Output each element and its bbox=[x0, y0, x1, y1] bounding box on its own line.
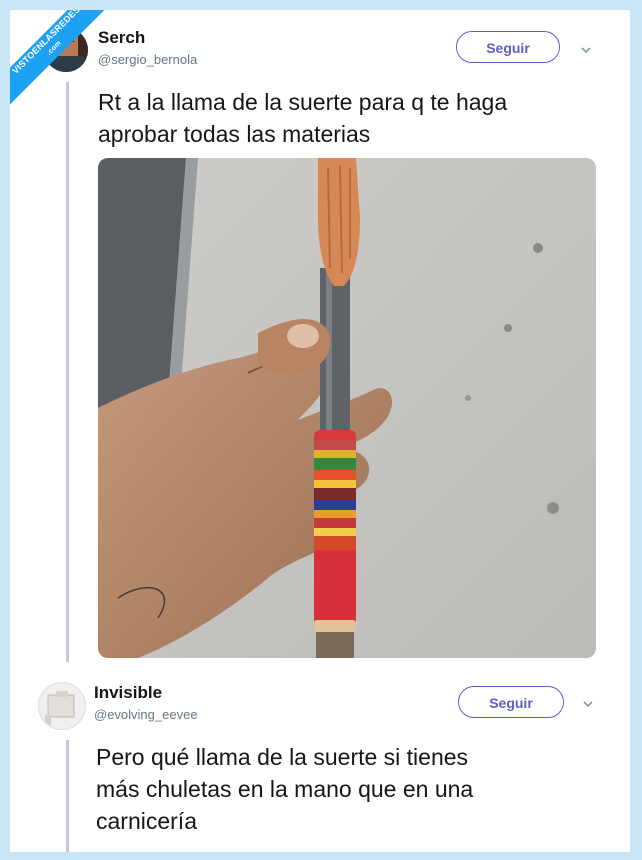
tweet1-text: Rt a la llama de la suerte para q te hag… bbox=[98, 86, 507, 150]
tweet2-text-line: carnicería bbox=[96, 808, 197, 834]
thread-connector bbox=[66, 740, 69, 852]
chevron-down-icon[interactable] bbox=[580, 44, 592, 56]
tweet2-follow-button[interactable]: Seguir bbox=[458, 686, 564, 718]
tweet-thread-card: VISTOENLASREDES .com Serch @sergio_berno… bbox=[10, 10, 630, 852]
tweet2-text-line: Pero qué llama de la suerte si tienes bbox=[96, 744, 469, 770]
tweet2-text: Pero qué llama de la suerte si tienes má… bbox=[96, 741, 473, 837]
avatar[interactable] bbox=[38, 682, 86, 730]
tweet1-text-line: aprobar todas las materias bbox=[98, 121, 371, 147]
tweet1-author-name[interactable]: Serch bbox=[98, 28, 145, 48]
avatar-photo-icon bbox=[39, 683, 85, 729]
tweet1-author-handle[interactable]: @sergio_bernola bbox=[98, 52, 197, 67]
llama-pen-photo bbox=[98, 158, 596, 658]
tweet1-follow-button[interactable]: Seguir bbox=[456, 31, 560, 63]
tweet1-photo[interactable] bbox=[98, 158, 596, 658]
tweet1-text-line: Rt a la llama de la suerte para q te hag… bbox=[98, 89, 508, 115]
thread-connector bbox=[66, 82, 69, 662]
chevron-down-icon[interactable] bbox=[582, 698, 594, 710]
tweet2-author-name[interactable]: Invisible bbox=[94, 683, 162, 703]
watermark-text: VISTOENLASREDES bbox=[10, 10, 82, 76]
tweet2-author-handle[interactable]: @evolving_eevee bbox=[94, 707, 198, 722]
tweet2-text-line: más chuletas en la mano que en una bbox=[96, 776, 474, 802]
